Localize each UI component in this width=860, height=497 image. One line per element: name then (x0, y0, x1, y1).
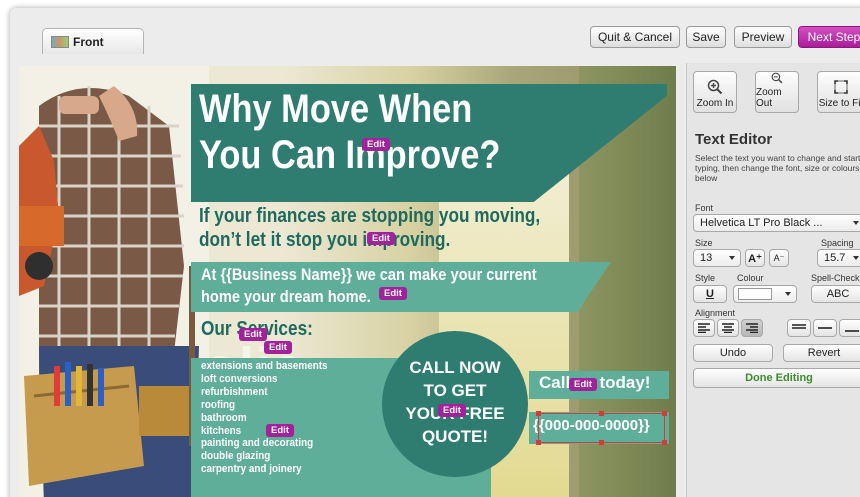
align-center-button[interactable] (717, 319, 739, 337)
spell-check-button[interactable]: ABC (811, 285, 860, 303)
cta-line-2: TO GET (423, 381, 487, 400)
edit-services-title-button[interactable]: Edit (239, 328, 267, 341)
size-label: Size (695, 238, 713, 248)
design-canvas[interactable]: fotolia (19, 66, 676, 497)
tab-front[interactable]: Front (42, 28, 144, 54)
size-value: 13 (700, 252, 713, 264)
size-to-fit-button[interactable]: Size to Fit (817, 71, 860, 113)
align-left-icon (698, 323, 710, 333)
edit-cta-button[interactable]: Edit (438, 404, 466, 417)
cta-line-4: QUOTE! (421, 427, 489, 446)
valign-top-icon (792, 324, 806, 329)
zoom-out-button[interactable]: Zoom Out (755, 71, 799, 113)
zoom-in-button[interactable]: Zoom In (693, 71, 737, 113)
subheading-line-1: If your finances are stopping you moving… (199, 205, 541, 227)
font-decrease-icon: A⁻ (773, 252, 785, 263)
edit-bathroom-button[interactable]: Edit (266, 424, 294, 437)
done-editing-button[interactable]: Done Editing (693, 368, 860, 388)
business-text[interactable]: At {{Business Name}} we can make your cu… (201, 264, 537, 308)
align-center-icon (722, 323, 734, 333)
valign-top-button[interactable] (787, 319, 811, 337)
edit-business-button[interactable]: Edit (379, 287, 407, 300)
page-thumbnail-icon (51, 35, 69, 48)
headline-text[interactable]: Why Move When You Can Improve? (199, 86, 500, 178)
colour-swatch (738, 288, 772, 300)
valign-bottom-icon (845, 330, 859, 332)
resize-handle[interactable] (662, 440, 667, 445)
list-item: kitchens (201, 424, 242, 437)
align-right-button[interactable] (741, 319, 763, 337)
chevron-down-icon (853, 256, 859, 260)
list-item: carpentry and joinery (201, 463, 302, 476)
list-item: double glazing (201, 450, 271, 463)
text-editor-help: Select the text you want to change and s… (695, 153, 860, 183)
valign-middle-icon (818, 327, 832, 329)
handyman-image (19, 66, 209, 497)
colour-picker[interactable] (733, 285, 797, 303)
list-item: loft conversions (201, 372, 278, 385)
text-editor-panel: Zoom In Zoom Out Size to Fit Text Editor… (686, 63, 860, 497)
resize-handle[interactable] (536, 411, 541, 416)
edit-call-button[interactable]: Edit (569, 378, 597, 391)
font-increase-icon: A⁺ (748, 252, 762, 265)
list-item: extensions and basements (201, 360, 328, 372)
list-item: refurbishment (201, 385, 268, 398)
spacing-value: 15.7 (824, 252, 846, 264)
chevron-down-icon (729, 256, 735, 260)
resize-handle[interactable] (599, 411, 604, 416)
zoom-out-icon (771, 72, 783, 84)
edit-headline-button[interactable]: Edit (362, 138, 390, 151)
spacing-select[interactable]: 15.7 (817, 249, 860, 267)
list-item: painting and decorating (201, 437, 314, 450)
preview-button[interactable]: Preview (734, 26, 792, 48)
valign-bottom-button[interactable] (839, 319, 860, 337)
list-item: bathroom (201, 411, 247, 424)
font-value: Helvetica LT Pro Black ... (700, 217, 823, 229)
colour-label: Colour (737, 273, 764, 283)
font-select[interactable]: Helvetica LT Pro Black ... (693, 214, 860, 232)
font-label: Font (695, 203, 714, 213)
text-editor-title: Text Editor (695, 131, 773, 148)
cta-text[interactable]: CALL NOW TO GET YOUR FREE QUOTE! (382, 356, 528, 448)
size-to-fit-label: Size to Fit (818, 98, 860, 109)
chevron-down-icon (853, 221, 859, 225)
resize-handle[interactable] (599, 440, 604, 445)
size-select[interactable]: 13 (693, 249, 741, 267)
list-item: roofing (201, 398, 236, 411)
editor-window: Front Quit & Cancel Save Preview Next St… (10, 8, 860, 497)
style-label: Style (695, 273, 716, 283)
headline-line-1: Why Move When (199, 87, 473, 131)
business-line-1: At {{Business Name}} we can make your cu… (201, 265, 537, 284)
align-right-icon (746, 323, 758, 333)
resize-handle[interactable] (536, 440, 541, 445)
save-button[interactable]: Save (686, 26, 726, 48)
undo-button[interactable]: Undo (693, 344, 773, 362)
edit-subheading-button[interactable]: Edit (367, 232, 395, 245)
spell-check-label: Spell-Check (811, 273, 860, 283)
zoom-in-icon (707, 79, 723, 95)
edit-services-list-button[interactable]: Edit (264, 341, 292, 354)
chevron-down-icon (785, 292, 791, 296)
business-line-2: home your dream home. (201, 287, 371, 306)
increase-font-size-button[interactable]: A⁺ (745, 249, 765, 267)
quit-cancel-button[interactable]: Quit & Cancel (590, 26, 680, 48)
zoom-out-label: Zoom Out (756, 87, 782, 109)
cta-line-1: CALL NOW (409, 358, 501, 377)
tab-front-label: Front (73, 34, 104, 49)
services-list[interactable]: extensions and basements loft conversion… (201, 360, 328, 476)
fit-icon (834, 80, 848, 94)
decrease-font-size-button[interactable]: A⁻ (769, 249, 789, 267)
valign-middle-button[interactable] (813, 319, 837, 337)
resize-handle[interactable] (662, 411, 667, 416)
revert-button[interactable]: Revert (783, 344, 860, 362)
spacing-label: Spacing (821, 238, 854, 248)
zoom-in-label: Zoom In (696, 98, 734, 109)
alignment-label: Alignment (695, 308, 736, 318)
next-step-button[interactable]: Next Step (798, 26, 860, 48)
headline-line-2: You Can Improve? (199, 133, 501, 177)
align-left-button[interactable] (693, 319, 715, 337)
selection-box[interactable] (538, 413, 665, 443)
underline-button[interactable]: U (693, 285, 727, 303)
